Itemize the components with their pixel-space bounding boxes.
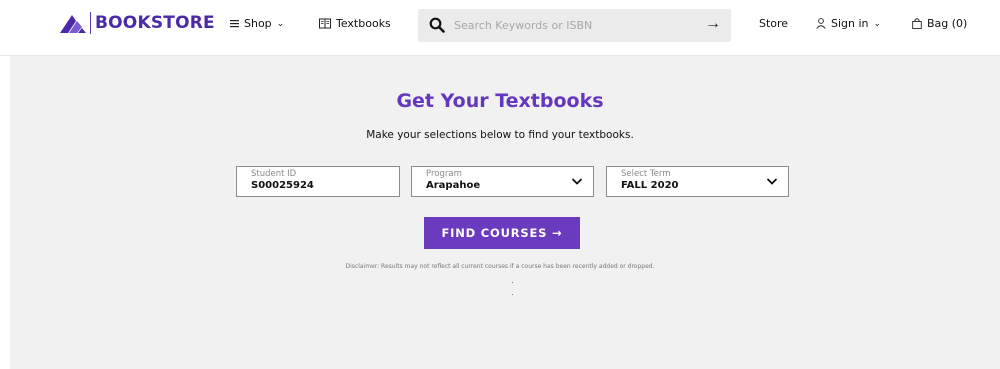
chevron-down-icon: ⌄ [276,18,285,29]
menu-lines-icon [230,19,239,27]
student-id-input[interactable] [251,180,371,191]
site-header: BOOKSTORE Shop ⌄ Textbooks → Store [0,0,1000,56]
search-input[interactable] [454,15,684,35]
page-title: Get Your Textbooks [396,90,604,112]
loading-dot [512,282,513,283]
store-label: Store [759,17,789,30]
bookstore-logo-icon [60,15,86,33]
find-courses-button[interactable]: FIND COURSES → [424,217,580,249]
user-icon [816,18,826,29]
term-label: Select Term [621,169,671,179]
bookstore-logo[interactable]: BOOKSTORE [60,12,215,34]
program-label: Program [426,169,462,179]
bag-link[interactable]: Bag (0) [912,17,967,30]
signin-label: Sign in [831,17,869,30]
shop-label: Shop [244,17,272,30]
logo-divider [90,12,91,34]
textbooks-link[interactable]: Textbooks [319,17,391,30]
arrow-right-icon[interactable]: → [705,15,721,33]
store-link[interactable]: Store [759,17,788,30]
bag-label: Bag (0) [927,17,968,30]
shop-menu[interactable]: Shop ⌄ [230,17,284,30]
signin-menu[interactable]: Sign in ⌄ [816,17,881,30]
search-bar: → [418,9,731,42]
loading-dot [512,294,513,295]
book-icon [319,18,331,29]
student-id-field[interactable]: Student ID [236,166,400,197]
chevron-down-icon [766,178,778,185]
page-subtitle: Make your selections below to find your … [366,129,634,141]
student-id-label: Student ID [251,169,297,179]
logo-text: BOOKSTORE [95,13,215,33]
term-value: FALL 2020 [621,180,679,191]
search-icon [429,17,445,33]
disclaimer-text: Disclaimer: Results may not reflect all … [345,263,655,270]
chevron-down-icon: ⌄ [873,18,882,29]
term-select[interactable]: Select Term FALL 2020 [606,166,789,197]
bag-icon [912,18,922,29]
chevron-down-icon [571,178,583,185]
program-select[interactable]: Program Arapahoe [411,166,594,197]
textbooks-label: Textbooks [336,17,391,30]
program-value: Arapahoe [426,180,481,191]
